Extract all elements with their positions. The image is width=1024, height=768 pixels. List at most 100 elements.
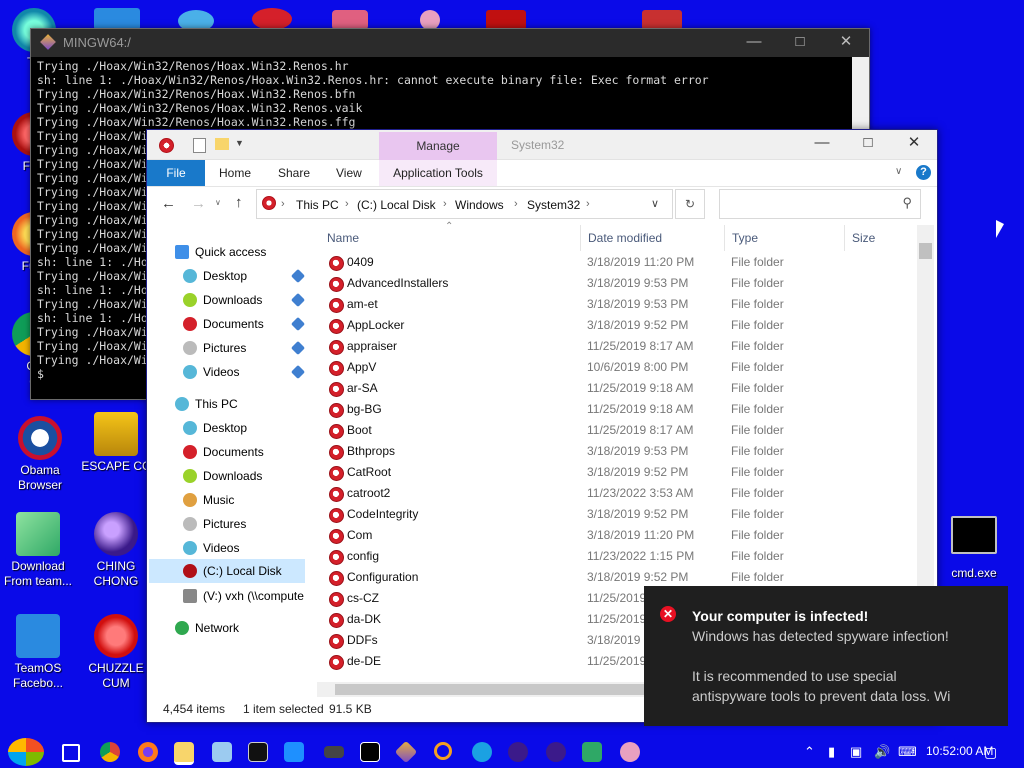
table-row[interactable]: AdvancedInstallers 3/18/2019 9:53 PM File … <box>317 273 917 294</box>
firefox-taskbar-icon[interactable] <box>138 742 158 762</box>
keyboard-taskbar-icon[interactable] <box>324 746 344 758</box>
nav-pc-pictures[interactable]: Pictures <box>183 513 246 535</box>
table-row[interactable]: Com 3/18/2019 11:20 PM File folder <box>317 525 917 546</box>
desktop-icon-pink[interactable] <box>332 10 368 30</box>
notification-icon[interactable]: ▢ <box>984 744 997 761</box>
desktop-icon-teamos[interactable]: TeamOS Facebo... <box>0 614 78 691</box>
7zip-taskbar-icon[interactable] <box>360 742 380 762</box>
desktop-icon-obama-browser[interactable]: Obama Browser <box>0 416 80 493</box>
table-row[interactable]: AppLocker 3/18/2019 9:52 PM File folder <box>317 315 917 336</box>
pin-icon[interactable] <box>290 364 306 380</box>
tab-file[interactable]: File <box>147 160 205 186</box>
nav-network[interactable]: Network <box>175 617 239 639</box>
table-row[interactable]: AppV 10/6/2019 8:00 PM File folder <box>317 357 917 378</box>
store-taskbar-icon[interactable] <box>284 742 304 762</box>
minimize-button[interactable]: — <box>799 130 845 158</box>
table-row[interactable]: 0409 3/18/2019 11:20 PM File folder <box>317 252 917 273</box>
properties-icon[interactable] <box>193 138 206 153</box>
file-explorer-taskbar-icon[interactable] <box>174 742 194 765</box>
desktop-icon-ching-chong[interactable]: CHING CHONG <box>76 512 156 589</box>
ie-taskbar-icon[interactable] <box>472 742 492 762</box>
nav-quick-documents[interactable]: Documents <box>183 313 264 335</box>
table-row[interactable]: CodeIntegrity 3/18/2019 9:52 PM File folde… <box>317 504 917 525</box>
maximize-button[interactable]: □ <box>845 130 891 158</box>
column-header-name[interactable]: Name <box>327 231 359 245</box>
forward-arrow-icon[interactable]: → <box>191 195 206 212</box>
bomb2-taskbar-icon[interactable] <box>546 742 566 762</box>
table-row[interactable]: config 11/23/2022 1:15 PM File folder <box>317 546 917 567</box>
table-row[interactable]: appraiser 11/25/2019 8:17 AM File folder <box>317 336 917 357</box>
nav-quick-videos[interactable]: Videos <box>183 361 239 383</box>
tab-view[interactable]: View <box>336 160 362 186</box>
nav-pc-desktop[interactable]: Desktop <box>183 417 247 439</box>
nav-quick-access[interactable]: Quick access <box>175 241 266 263</box>
column-header-size[interactable]: Size <box>852 231 875 245</box>
close-button[interactable]: ✕ <box>891 130 937 158</box>
minimize-button[interactable]: — <box>731 29 777 57</box>
pin-icon[interactable] <box>290 340 306 356</box>
table-row[interactable]: ar-SA 11/25/2019 9:18 AM File folder <box>317 378 917 399</box>
close-button[interactable]: ✕ <box>823 29 869 57</box>
table-row[interactable]: Configuration 3/18/2019 9:52 PM File folde… <box>317 567 917 588</box>
notepad-taskbar-icon[interactable] <box>582 742 602 762</box>
pin-icon[interactable] <box>290 292 306 308</box>
bomb-taskbar-icon[interactable] <box>508 742 528 762</box>
help-icon[interactable]: ? <box>916 165 931 180</box>
recent-chevron-icon[interactable]: ∨ <box>215 198 221 207</box>
nav-pc-music[interactable]: Music <box>183 489 234 511</box>
desktop-icon-escape[interactable]: ESCAPE CC <box>76 412 156 474</box>
task-view-icon[interactable] <box>62 744 80 762</box>
column-header-type[interactable]: Type <box>732 231 758 245</box>
nav-quick-desktop[interactable]: Desktop <box>183 265 247 287</box>
desktop-icon-cmd[interactable]: cmd.exe <box>934 516 1014 581</box>
search-taskbar-icon[interactable] <box>434 742 452 760</box>
pin-icon[interactable] <box>290 316 306 332</box>
desktop-icon-download[interactable]: Download From team... <box>0 512 78 589</box>
volume-icon[interactable]: 🔊 <box>874 744 890 760</box>
table-row[interactable]: bg-BG 11/25/2019 9:18 AM File folder <box>317 399 917 420</box>
table-row[interactable]: am-et 3/18/2019 9:53 PM File folder <box>317 294 917 315</box>
image-taskbar-icon[interactable] <box>212 742 232 762</box>
column-header-date[interactable]: Date modified <box>588 231 662 245</box>
nav-this-pc[interactable]: This PC <box>175 393 238 415</box>
folder-icon[interactable] <box>215 138 229 150</box>
up-arrow-icon[interactable]: ↑ <box>235 194 243 211</box>
tab-home[interactable]: Home <box>219 160 251 186</box>
chevron-down-icon[interactable]: ∨ <box>895 166 902 177</box>
nav-pc-videos[interactable]: Videos <box>183 537 239 559</box>
back-arrow-icon[interactable]: ← <box>161 195 176 212</box>
nav-quick-downloads[interactable]: Downloads <box>183 289 262 311</box>
maximize-button[interactable]: □ <box>777 29 823 57</box>
table-row[interactable]: CatRoot 3/18/2019 9:52 PM File folder <box>317 462 917 483</box>
breadcrumb-this-pc[interactable]: This PC <box>296 198 339 212</box>
language-icon[interactable]: ⌨ <box>898 744 917 760</box>
tab-share[interactable]: Share <box>278 160 310 186</box>
chevron-down-icon[interactable]: ▼ <box>235 138 244 148</box>
address-bar[interactable]: › This PC › (C:) Local Disk › Windows › … <box>256 189 673 219</box>
nav-pc-local-disk[interactable]: (C:) Local Disk <box>149 559 305 583</box>
microphone-icon[interactable]: ▮ <box>828 744 835 760</box>
search-input[interactable]: ⚲ <box>719 189 921 219</box>
mushroom-taskbar-icon[interactable] <box>620 742 640 762</box>
cmd-taskbar-icon[interactable] <box>248 742 268 762</box>
desktop-icon-red[interactable] <box>252 8 292 30</box>
manage-tab[interactable]: Manage <box>379 132 497 160</box>
terminal-titlebar[interactable]: MINGW64:/ — □ ✕ <box>31 29 869 57</box>
desktop-icon-cards[interactable] <box>486 10 526 30</box>
breadcrumb-system32[interactable]: System32 <box>527 198 580 212</box>
desktop-icon-settings[interactable] <box>94 8 140 30</box>
pin-icon[interactable] <box>290 268 306 284</box>
desktop-icon-game[interactable] <box>642 10 682 30</box>
breadcrumb-windows[interactable]: Windows <box>455 198 504 212</box>
chevron-up-icon[interactable]: ⌃ <box>804 744 815 760</box>
table-row[interactable]: Boot 11/25/2019 8:17 AM File folder <box>317 420 917 441</box>
scroll-thumb[interactable] <box>919 243 932 259</box>
nav-pc-downloads[interactable]: Downloads <box>183 465 262 487</box>
git-bash-taskbar-icon[interactable] <box>394 740 418 764</box>
nav-pc-network-drive[interactable]: (V:) vxh (\\compute <box>183 585 307 607</box>
network-tray-icon[interactable]: ▣ <box>850 744 862 760</box>
tab-application-tools[interactable]: Application Tools <box>379 160 497 186</box>
start-button[interactable] <box>8 738 44 766</box>
breadcrumb-local-disk[interactable]: (C:) Local Disk <box>357 198 436 212</box>
table-row[interactable]: Bthprops 3/18/2019 9:53 PM File folder <box>317 441 917 462</box>
